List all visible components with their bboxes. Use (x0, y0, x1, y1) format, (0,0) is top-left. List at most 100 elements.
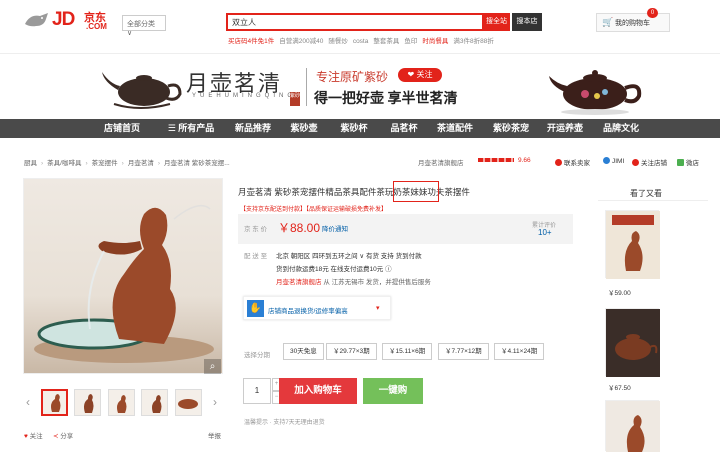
contact-seller-link[interactable]: 联系卖家 (555, 157, 590, 167)
jimi-label: JIMI (612, 158, 625, 165)
breadcrumb-item[interactable]: 茶宠摆件 (92, 160, 118, 167)
seen-also-item-price: ￥59.00 (608, 290, 631, 297)
hot-link[interactable]: 时尚餐具 (422, 38, 448, 45)
banner-divider (306, 68, 307, 106)
thumbnail[interactable] (41, 389, 68, 416)
nav-item-home[interactable]: 店铺首页 (96, 119, 148, 138)
banner-slogan: 专注原矿紫砂 (316, 70, 389, 84)
quantity-input[interactable]: 1 (243, 378, 271, 404)
jd-logo-com: .COM (86, 22, 107, 31)
cart-count-badge: 0 (647, 8, 658, 18)
thumbnail[interactable] (175, 389, 202, 416)
nav-item-accessories[interactable]: 茶道配件 (430, 119, 480, 138)
installment-label: 选择分期 (244, 352, 270, 359)
add-to-cart-button[interactable]: 加入购物车 (279, 378, 357, 404)
category-select[interactable]: 全部分类 ∨ (122, 15, 166, 37)
nav-item-care[interactable]: 开运养壶 (540, 119, 590, 138)
seen-also-item-image[interactable] (605, 308, 660, 377)
zoom-icon[interactable]: ⌕ (204, 359, 221, 374)
share-icon: ≺ (53, 433, 59, 440)
chevron-down-icon: ∨ (127, 30, 133, 37)
nav-item-teapot[interactable]: 紫砂壶 (284, 119, 324, 138)
nav-item-tea-pet[interactable]: 紫砂茶宠 (486, 119, 536, 138)
share-link[interactable]: ≺ 分享 (53, 430, 73, 440)
category-select-label: 全部分类 (127, 21, 155, 28)
qr-icon (677, 159, 684, 166)
follow-store-button[interactable]: ❤ 关注 (398, 68, 442, 82)
price-drop-notice-link[interactable]: 降价通知 (322, 223, 348, 233)
breadcrumb-item[interactable]: 月壶茗清 紫砂茶宠摆... (164, 160, 230, 167)
nav-item-brand[interactable]: 品牌文化 (596, 119, 646, 138)
tip-text: 温馨提示 · 支持7天无理由退货 (244, 420, 325, 426)
thumbnail[interactable] (108, 389, 135, 416)
hot-link[interactable]: 随餐炒 (328, 38, 348, 45)
tea-pet-figure-image (34, 204, 214, 363)
seen-also-title: 看了又看 (630, 189, 662, 198)
jd-dog-logo-icon[interactable] (22, 10, 52, 32)
brand-seal: 紫砂 (290, 92, 300, 106)
thumbs-down-icon: ✋ (247, 300, 264, 317)
breadcrumb-item[interactable]: 茶具/咖啡具 (47, 160, 81, 167)
hot-link[interactable]: costa (353, 38, 369, 45)
store-nav: 店铺首页 ☰ 所有产品 新品推荐 紫砂壶 紫砂杯 品茗杯 茶道配件 紫砂茶宠 开… (0, 119, 720, 138)
follow-product-link[interactable]: ♥ 关注 (24, 430, 43, 440)
hot-link[interactable]: 买店码4件免1件 (228, 38, 274, 45)
chat-icon (555, 159, 562, 166)
hot-link[interactable]: 满3件8折88折 (453, 38, 493, 45)
thumbnail[interactable] (74, 389, 101, 416)
installment-option[interactable]: ￥4.11×24期 (494, 343, 545, 360)
follow-shop-link[interactable]: 关注店铺 (632, 157, 667, 167)
nav-item-all-products[interactable]: ☰ 所有产品 (160, 119, 222, 138)
cart-icon: 🛒 (602, 17, 614, 27)
ship-to-label: 配 送 至 (244, 253, 268, 260)
installment-option[interactable]: ￥7.77×12期 (438, 343, 489, 360)
teapot-logo-icon (102, 72, 182, 109)
ship-address-select[interactable]: 北京 朝阳区 四环到五环之间 ∨ 有货 支持 货到付款 (276, 250, 422, 260)
installment-option[interactable]: 30天免息 (283, 343, 324, 360)
hot-link[interactable]: 整套茶具 (373, 38, 399, 45)
jd-logo[interactable]: JD (52, 9, 75, 31)
banner-slogan-main: 得一把好壶 享半世茗清 (314, 92, 458, 107)
seen-also-item-price: ￥67.50 (608, 385, 631, 392)
seller-ship-info: 月壶茗清旗舰店 从 江苏无锡市 发货，并提供售后服务 (276, 276, 431, 286)
shop-name-link[interactable]: 月壶茗清旗舰店 (418, 157, 464, 167)
seen-also-item-image[interactable] (605, 210, 660, 279)
search-input[interactable]: 双立人 (226, 13, 484, 31)
hot-link[interactable]: 鱼印 (404, 38, 417, 45)
search-all-button[interactable]: 搜全站 (483, 13, 510, 31)
thumbnail[interactable] (141, 389, 168, 416)
wechat-store-link[interactable]: 微店 (677, 157, 699, 167)
thumbnail-next-icon[interactable]: › (213, 395, 217, 409)
price-label: 京 东 价 (244, 226, 268, 233)
share-label: 分享 (60, 433, 74, 440)
contact-seller-label: 联系卖家 (564, 160, 590, 167)
teapot-product-image (549, 70, 642, 115)
jimi-link[interactable]: JIMI (603, 157, 624, 165)
chevron-down-icon: ▾ (376, 305, 380, 312)
nav-item-cup[interactable]: 紫砂杯 (334, 119, 374, 138)
thumbnail-prev-icon[interactable]: ‹ (26, 395, 30, 409)
nav-item-tea-cup[interactable]: 品茗杯 (384, 119, 424, 138)
wechat-store-label: 微店 (686, 160, 699, 167)
hot-link[interactable]: 自营满200减40 (279, 38, 323, 45)
seller-link[interactable]: 月壶茗清旗舰店 (276, 279, 322, 286)
shop-score: 9.66 (518, 157, 531, 164)
heart-icon (632, 159, 639, 166)
service-warning-text: 店铺商品退换货/运修率偏高 (268, 308, 348, 315)
review-count-link[interactable]: 10+ (538, 228, 552, 237)
shipping-fee-text: 货到付款运费18元 在线支付运费10元 ⓘ (276, 266, 392, 273)
brand-name-en: YUEHUMINGQING (192, 93, 297, 99)
heart-icon: ♥ (24, 433, 28, 440)
breadcrumb: 厨具 › 茶具/咖啡具 › 茶宠摆件 › 月壶茗清 › 月壶茗清 紫砂茶宠摆... (24, 160, 230, 167)
installment-option[interactable]: ￥29.77×3期 (326, 343, 377, 360)
buy-now-button[interactable]: 一键购 (363, 378, 423, 404)
breadcrumb-item[interactable]: 月壶茗清 (128, 160, 154, 167)
seen-also-item-image[interactable] (605, 400, 660, 452)
product-main-image[interactable] (23, 178, 223, 374)
search-store-button[interactable]: 搜本店 (512, 13, 542, 31)
report-link[interactable]: 举报 (208, 430, 221, 440)
installment-option[interactable]: ￥15.11×6期 (382, 343, 433, 360)
breadcrumb-item[interactable]: 厨具 (24, 160, 37, 167)
shop-rating-bar (478, 158, 514, 162)
nav-item-new[interactable]: 新品推荐 (228, 119, 278, 138)
